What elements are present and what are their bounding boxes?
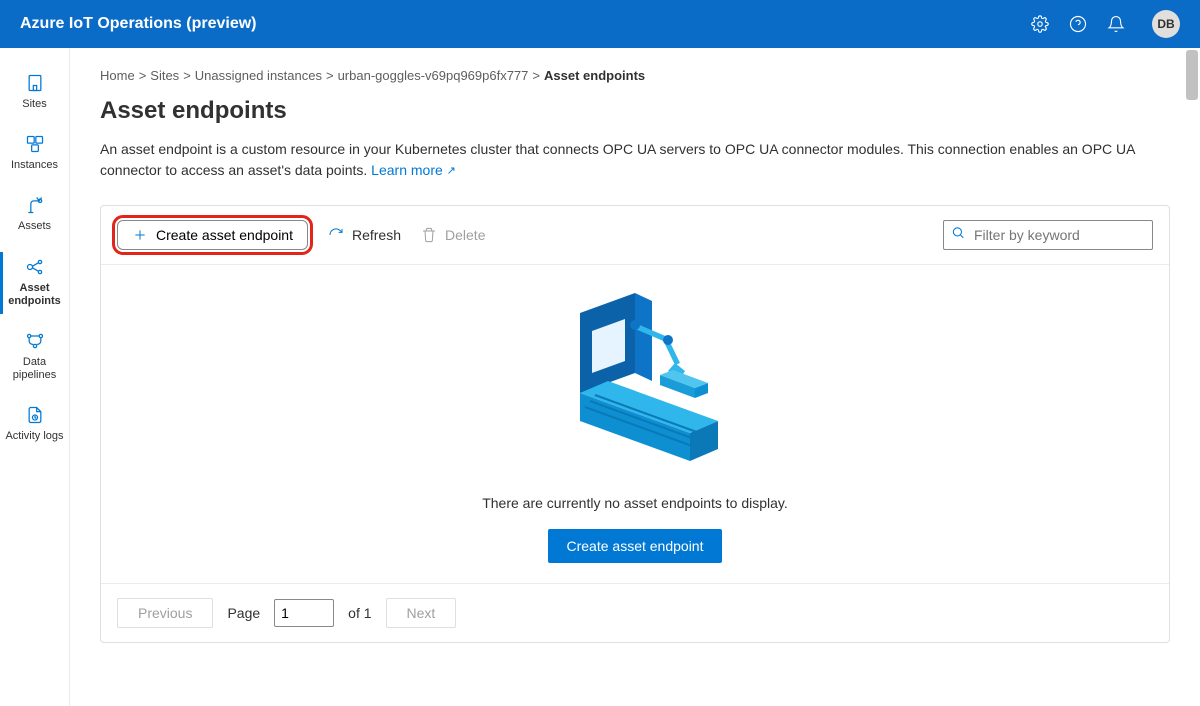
page-total-label: of 1 bbox=[348, 605, 371, 621]
card-toolbar: Create asset endpoint Refresh Delete bbox=[101, 206, 1169, 265]
settings-icon[interactable] bbox=[1030, 14, 1050, 34]
scrollbar-thumb[interactable] bbox=[1186, 50, 1198, 100]
pager: Previous Page of 1 Next bbox=[101, 583, 1169, 642]
nav-label: Instances bbox=[11, 159, 58, 172]
instances-icon bbox=[24, 133, 46, 155]
asset-endpoints-icon bbox=[24, 256, 46, 278]
top-app-bar: Azure IoT Operations (preview) DB bbox=[0, 0, 1200, 48]
empty-message: There are currently no asset endpoints t… bbox=[482, 495, 788, 511]
plus-icon bbox=[132, 227, 148, 243]
filter-input[interactable] bbox=[943, 220, 1153, 250]
activity-logs-icon bbox=[24, 404, 46, 426]
breadcrumb-item[interactable]: Unassigned instances bbox=[195, 68, 322, 83]
nav-label: Sites bbox=[22, 98, 46, 111]
nav-label: Assets bbox=[18, 220, 51, 233]
notifications-icon[interactable] bbox=[1106, 14, 1126, 34]
breadcrumb: Home > Sites > Unassigned instances > ur… bbox=[100, 68, 1170, 83]
nav-item-instances[interactable]: Instances bbox=[0, 123, 69, 184]
product-title: Azure IoT Operations (preview) bbox=[20, 15, 1030, 33]
help-icon[interactable] bbox=[1068, 14, 1088, 34]
nav-item-sites[interactable]: Sites bbox=[0, 62, 69, 123]
page-number-input[interactable] bbox=[274, 599, 334, 627]
asset-endpoints-card: Create asset endpoint Refresh Delete bbox=[100, 205, 1170, 643]
previous-page-button[interactable]: Previous bbox=[117, 598, 213, 628]
refresh-button[interactable]: Refresh bbox=[328, 227, 401, 243]
nav-label: Asset endpoints bbox=[4, 282, 65, 308]
nav-item-assets[interactable]: Assets bbox=[0, 184, 69, 245]
delete-button: Delete bbox=[421, 227, 485, 243]
empty-state: There are currently no asset endpoints t… bbox=[101, 265, 1169, 583]
empty-illustration bbox=[540, 283, 730, 483]
scrollbar[interactable] bbox=[1184, 48, 1200, 706]
page-label: Page bbox=[227, 605, 260, 621]
user-avatar[interactable]: DB bbox=[1152, 10, 1180, 38]
breadcrumb-item[interactable]: Sites bbox=[150, 68, 179, 83]
external-link-icon: ↗ bbox=[447, 165, 456, 177]
nav-item-data-pipelines[interactable]: Data pipelines bbox=[0, 320, 69, 394]
refresh-icon bbox=[328, 227, 344, 243]
breadcrumb-item[interactable]: Home bbox=[100, 68, 135, 83]
page-title: Asset endpoints bbox=[100, 97, 1170, 125]
assets-icon bbox=[24, 194, 46, 216]
nav-label: Activity logs bbox=[5, 430, 63, 443]
nav-item-asset-endpoints[interactable]: Asset endpoints bbox=[0, 246, 69, 320]
page-description: An asset endpoint is a custom resource i… bbox=[100, 139, 1170, 181]
trash-icon bbox=[421, 227, 437, 243]
breadcrumb-item[interactable]: urban-goggles-v69pq969p6fx777 bbox=[338, 68, 529, 83]
sites-icon bbox=[24, 72, 46, 94]
next-page-button[interactable]: Next bbox=[386, 598, 457, 628]
left-nav: Sites Instances Assets Asset endpoints D… bbox=[0, 48, 70, 706]
search-icon bbox=[951, 226, 965, 245]
nav-item-activity-logs[interactable]: Activity logs bbox=[0, 394, 69, 455]
learn-more-link[interactable]: Learn more ↗ bbox=[371, 162, 456, 178]
create-asset-endpoint-button[interactable]: Create asset endpoint bbox=[117, 220, 308, 250]
breadcrumb-current: Asset endpoints bbox=[544, 68, 645, 83]
nav-label: Data pipelines bbox=[4, 356, 65, 382]
data-pipelines-icon bbox=[24, 330, 46, 352]
empty-create-button[interactable]: Create asset endpoint bbox=[548, 529, 723, 563]
